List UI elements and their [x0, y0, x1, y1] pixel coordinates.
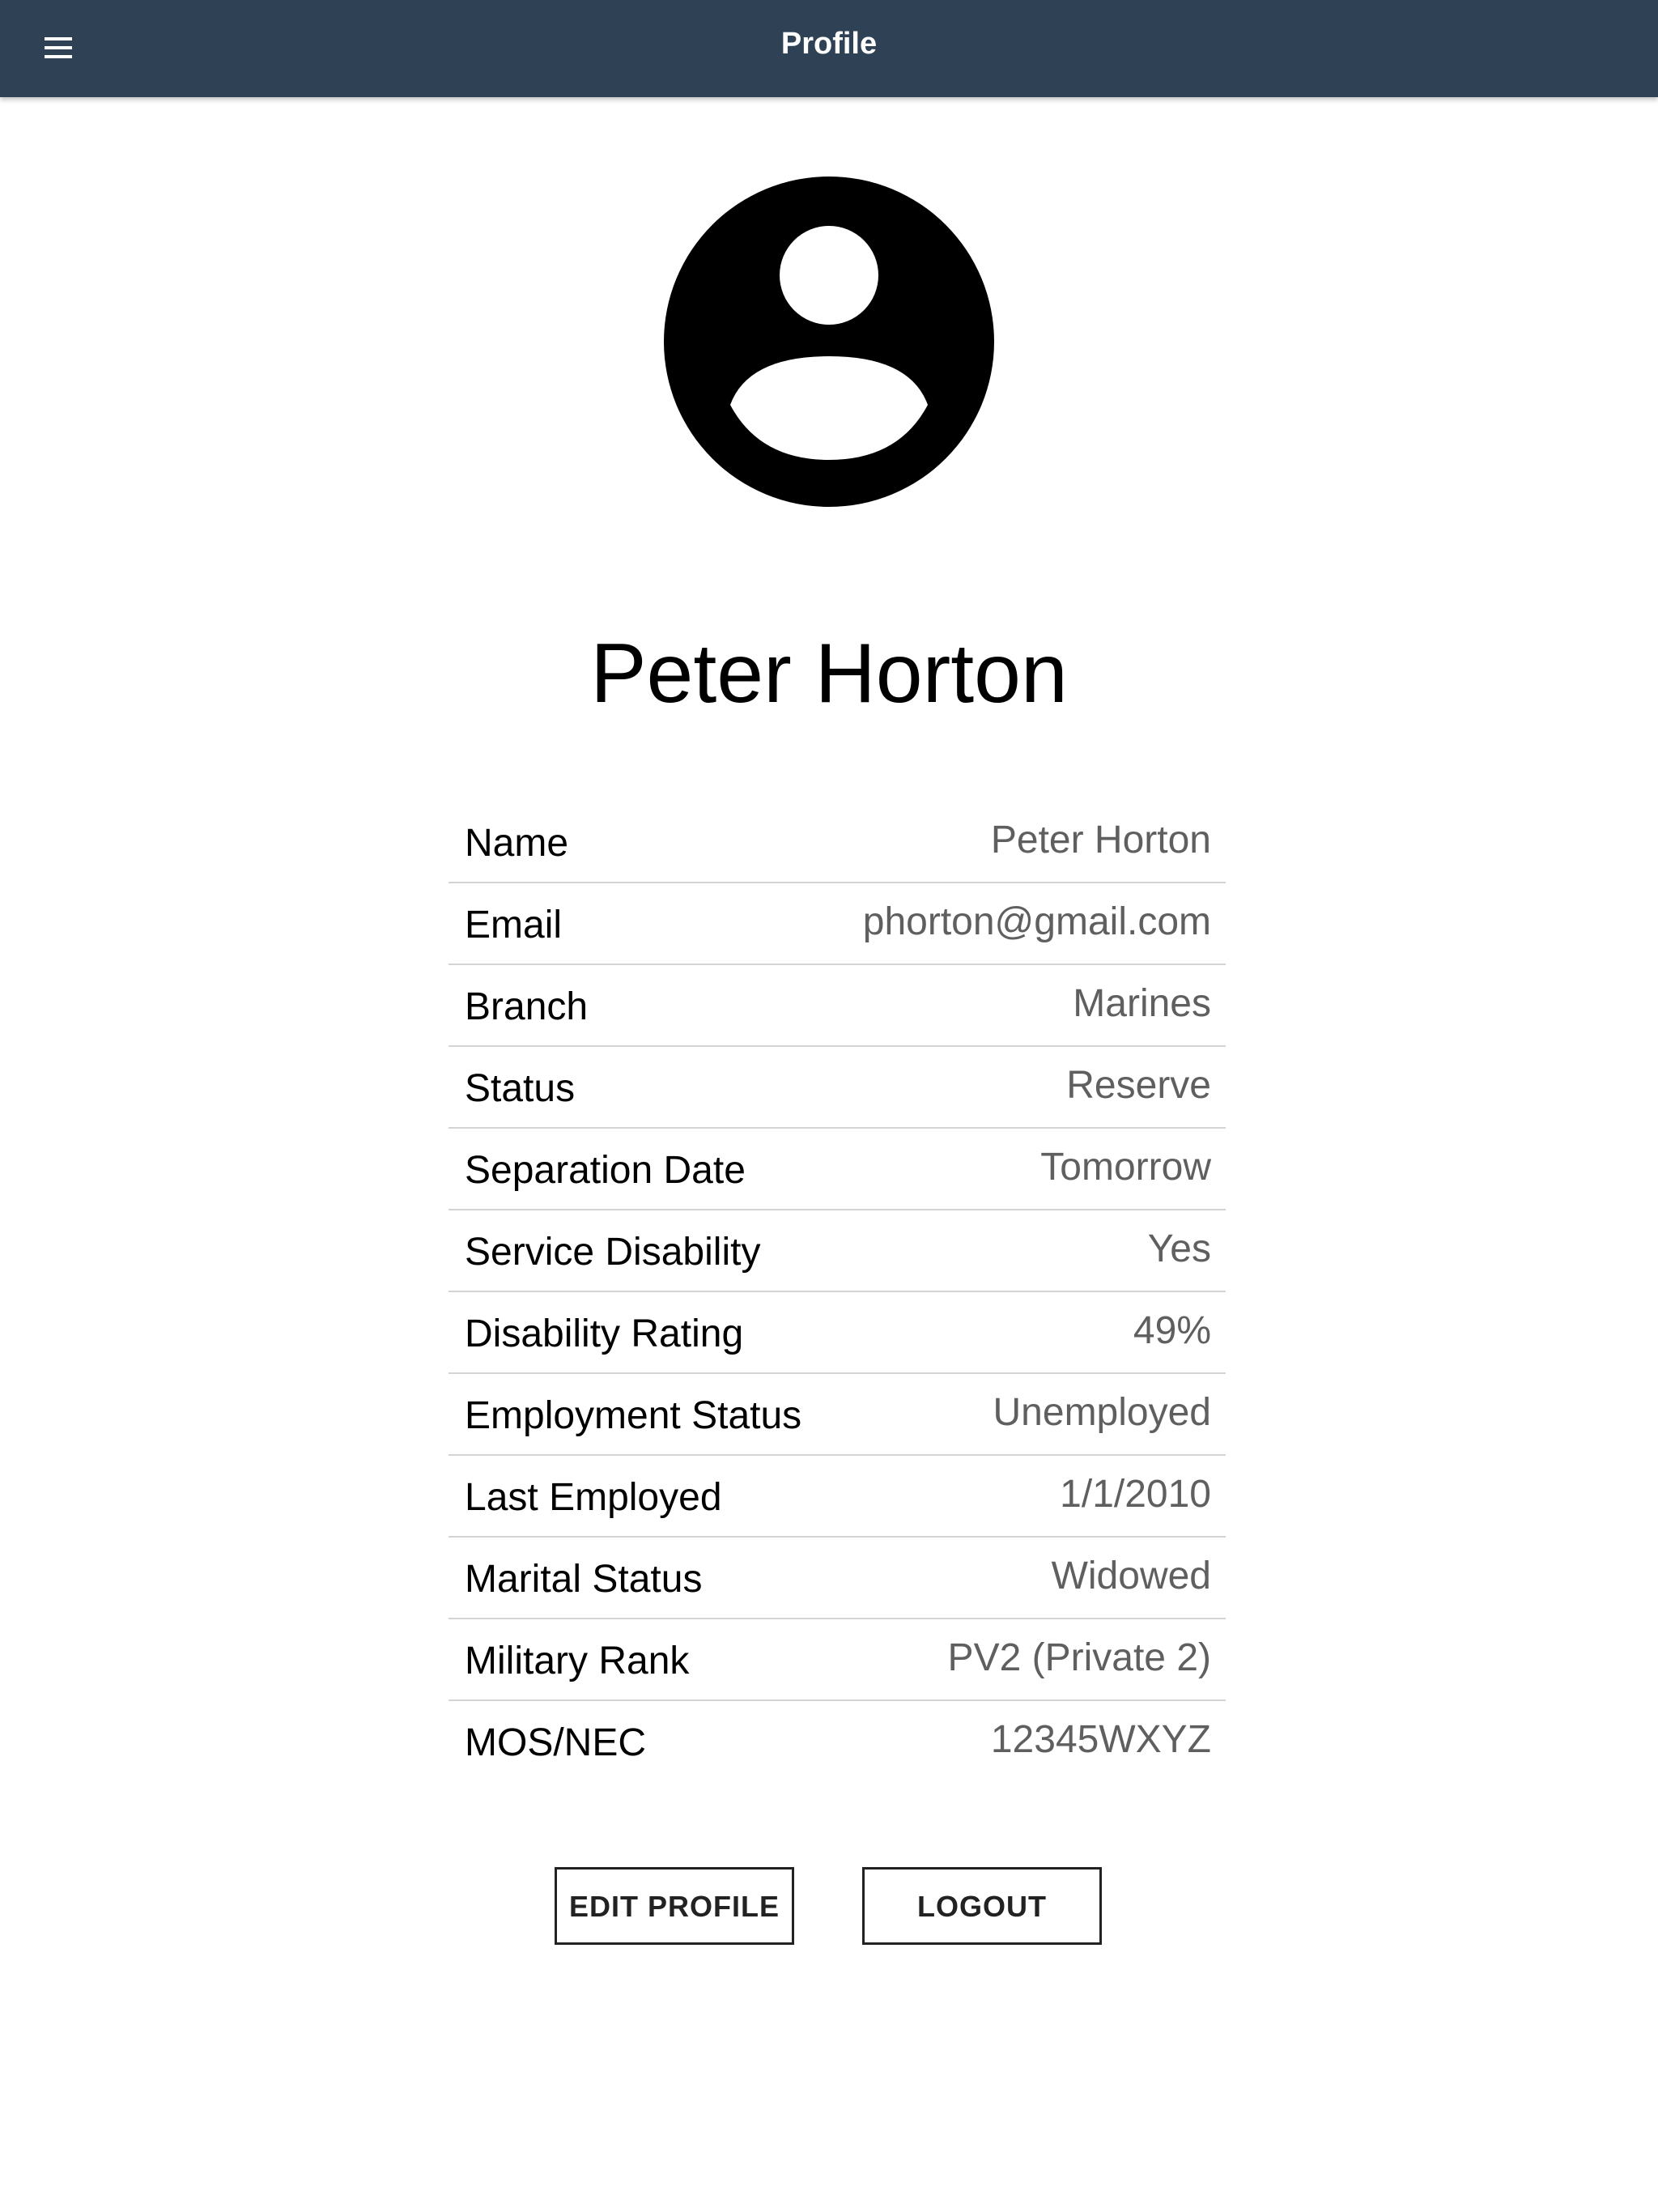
- detail-label: Name: [465, 822, 569, 865]
- detail-value: Reserve: [1066, 1064, 1211, 1107]
- detail-label: Service Disability: [465, 1231, 761, 1274]
- detail-row-employment-status: Employment Status Unemployed: [449, 1374, 1226, 1456]
- detail-value: Marines: [1073, 982, 1211, 1025]
- detail-value: Yes: [1147, 1227, 1211, 1270]
- detail-label: Last Employed: [465, 1476, 722, 1519]
- detail-row-separation-date: Separation Date Tomorrow: [449, 1129, 1226, 1210]
- detail-value: Unemployed: [993, 1391, 1211, 1434]
- detail-row-email: Email phorton@gmail.com: [449, 883, 1226, 965]
- detail-value: Widowed: [1051, 1555, 1211, 1597]
- detail-row-marital-status: Marital Status Widowed: [449, 1538, 1226, 1619]
- detail-label: MOS/NEC: [465, 1721, 647, 1764]
- detail-row-disability-rating: Disability Rating 49%: [449, 1292, 1226, 1374]
- detail-value: Tomorrow: [1040, 1146, 1211, 1189]
- detail-value: 1/1/2010: [1060, 1473, 1211, 1516]
- detail-label: Employment Status: [465, 1394, 802, 1437]
- detail-row-service-disability: Service Disability Yes: [449, 1210, 1226, 1292]
- detail-label: Separation Date: [465, 1149, 746, 1192]
- detail-row-name: Name Peter Horton: [449, 802, 1226, 883]
- detail-row-status: Status Reserve: [449, 1047, 1226, 1129]
- app-bar: Profile: [0, 0, 1658, 97]
- detail-label: Email: [465, 904, 563, 946]
- detail-row-branch: Branch Marines: [449, 965, 1226, 1047]
- detail-value: Peter Horton: [990, 819, 1211, 861]
- detail-row-last-employed: Last Employed 1/1/2010: [449, 1456, 1226, 1538]
- detail-value: PV2 (Private 2): [947, 1636, 1211, 1679]
- edit-profile-button[interactable]: EDIT PROFILE: [555, 1867, 794, 1945]
- profile-full-name: Peter Horton: [590, 627, 1068, 721]
- logout-button[interactable]: LOGOUT: [862, 1867, 1102, 1945]
- detail-label: Status: [465, 1067, 576, 1110]
- detail-value: 49%: [1133, 1309, 1211, 1352]
- detail-value: 12345WXYZ: [990, 1718, 1211, 1761]
- detail-label: Disability Rating: [465, 1312, 744, 1355]
- account-circle-icon: [664, 177, 994, 507]
- detail-row-mos-nec: MOS/NEC 12345WXYZ: [449, 1701, 1226, 1783]
- page-title: Profile: [780, 27, 878, 61]
- detail-label: Marital Status: [465, 1558, 703, 1601]
- detail-label: Branch: [465, 985, 589, 1028]
- detail-label: Military Rank: [465, 1640, 690, 1682]
- detail-value: phorton@gmail.com: [862, 900, 1211, 943]
- detail-row-military-rank: Military Rank PV2 (Private 2): [449, 1619, 1226, 1701]
- profile-details-table: Name Peter Horton Email phorton@gmail.co…: [449, 802, 1226, 1783]
